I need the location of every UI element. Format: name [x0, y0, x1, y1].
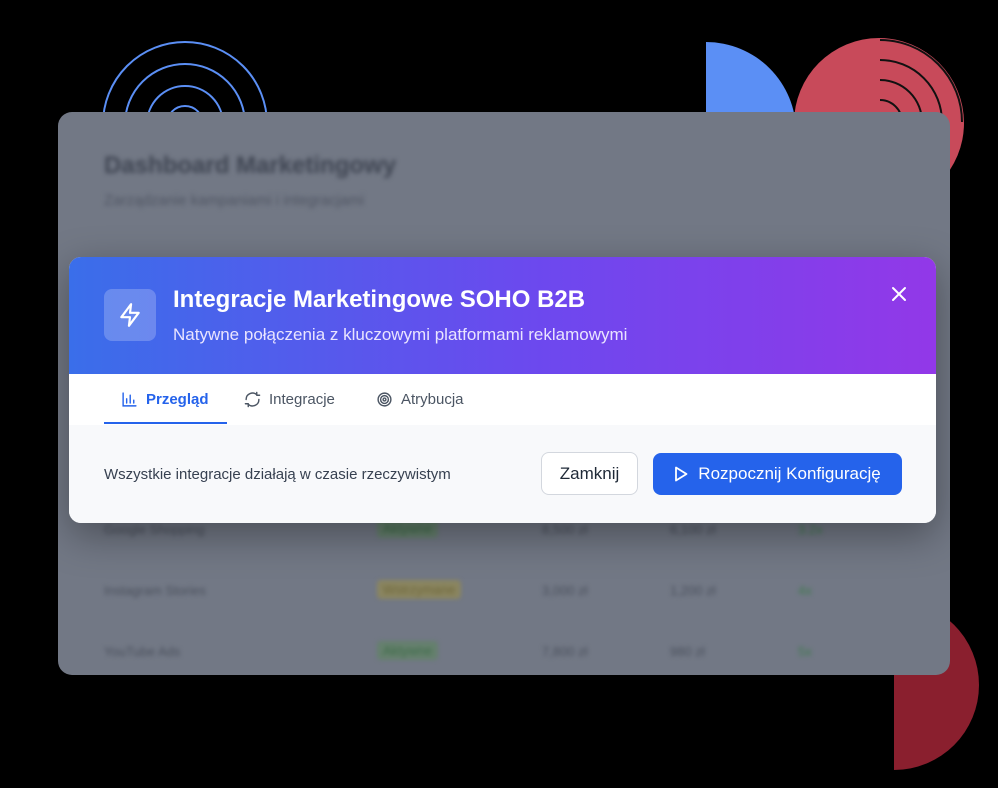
modal-header: Integracje Marketingowe SOHO B2B Natywne… — [69, 257, 936, 374]
modal-footer: Wszystkie integracje działają w czasie r… — [69, 425, 936, 523]
start-button-label: Rozpocznij Konfigurację — [698, 464, 881, 483]
background-subtitle: Zarządzanie kampaniami i integracjami — [104, 192, 365, 209]
close-icon — [892, 287, 906, 301]
spent-value: 6,100 zł — [670, 522, 716, 537]
budget-value: 8,500 zł — [542, 522, 588, 537]
start-configuration-button[interactable]: Rozpocznij Konfigurację — [653, 453, 902, 495]
campaign-name: Instagram Stories — [104, 583, 206, 598]
integrations-modal: Integracje Marketingowe SOHO B2B Natywne… — [69, 257, 936, 523]
tab-overview[interactable]: Przegląd — [121, 374, 209, 424]
close-modal-button[interactable]: Zamknij — [541, 452, 638, 495]
budget-value: 7,800 zł — [542, 644, 588, 659]
budget-value: 3,000 zł — [542, 583, 588, 598]
roi-value: 4x — [798, 583, 812, 598]
status-badge: Wstrzymane — [377, 580, 462, 599]
campaign-name: Google Shopping — [104, 522, 205, 537]
refresh-icon — [244, 391, 261, 407]
table-row: Instagram Stories Wstrzymane 3,000 zł 1,… — [104, 579, 924, 603]
roi-value: 5x — [798, 644, 812, 659]
table-row: YouTube Ads Aktywne 7,800 zł 980 zł 5x — [104, 640, 924, 664]
active-tab-indicator — [104, 422, 227, 424]
status-text: Wszystkie integracje działają w czasie r… — [104, 466, 451, 483]
modal-title: Integracje Marketingowe SOHO B2B — [173, 286, 586, 313]
play-icon — [675, 466, 688, 482]
roi-value: 3.2x — [798, 522, 823, 537]
tab-label: Atrybucja — [401, 390, 464, 408]
campaign-name: YouTube Ads — [104, 644, 181, 659]
modal-subtitle: Natywne połączenia z kluczowymi platform… — [173, 325, 628, 344]
tab-integrations[interactable]: Integracje — [244, 374, 335, 424]
lightning-icon — [120, 303, 140, 327]
spent-value: 1,200 zł — [670, 583, 716, 598]
bar-chart-icon — [122, 391, 137, 407]
tab-attribution[interactable]: Atrybucja — [376, 374, 464, 424]
close-button-label: Zamknij — [559, 463, 620, 483]
close-button[interactable] — [887, 282, 911, 306]
tab-bar: Przegląd Integracje Atrybucja — [69, 374, 936, 426]
target-icon — [377, 391, 392, 407]
status-badge: Aktywne — [377, 641, 439, 660]
tab-label: Przegląd — [146, 390, 209, 408]
tab-label: Integracje — [269, 390, 335, 408]
background-title: Dashboard Marketingowy — [104, 152, 397, 179]
spent-value: 980 zł — [670, 644, 705, 659]
header-icon-container — [104, 289, 156, 341]
